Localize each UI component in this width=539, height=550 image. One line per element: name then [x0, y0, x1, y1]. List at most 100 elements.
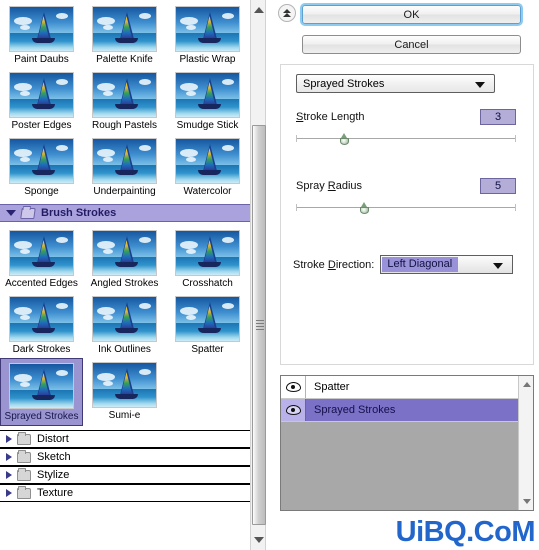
effect-list-item[interactable]: Spatter — [281, 376, 533, 399]
effect-visibility-toggle[interactable] — [281, 399, 306, 421]
filter-thumbnail-watercolor[interactable]: Watercolor — [166, 134, 249, 200]
category-header-sketch[interactable]: Sketch — [0, 448, 250, 466]
slider-thumb[interactable] — [359, 202, 370, 214]
filter-thumbnail-row: Dark Strokes Ink Outlines Spatter — [0, 292, 250, 358]
stroke-direction-mnemonic: D — [327, 258, 336, 271]
spray-radius-value: 5 — [494, 180, 502, 192]
triangle-right-icon — [6, 471, 12, 479]
double-chevron-up-icon — [282, 8, 292, 18]
effect-name: Sprayed Strokes — [314, 404, 396, 416]
filter-thumbnail-image — [9, 72, 74, 118]
stroke-direction-dropdown[interactable]: Left Diagonal — [380, 255, 514, 274]
filter-thumbnail-rough-pastels[interactable]: Rough Pastels — [83, 68, 166, 134]
filter-thumbnail-crosshatch[interactable]: Crosshatch — [166, 226, 249, 292]
cancel-button-label: Cancel — [394, 38, 429, 51]
filter-thumbnail-image — [9, 230, 74, 276]
filter-thumbnail-poster-edges[interactable]: Poster Edges — [0, 68, 83, 134]
filter-browser-scrollbar[interactable] — [250, 0, 266, 550]
artistic-filter-grid: Paint Daubs Palette Knife Plastic Wrap Post… — [0, 0, 250, 204]
scroll-up-arrow-icon[interactable] — [251, 2, 267, 18]
effects-list-scrollbar[interactable] — [518, 376, 533, 510]
filter-thumbnail-image — [92, 230, 157, 276]
filter-thumbnail-label: Palette Knife — [96, 54, 153, 65]
filter-thumbnail-label: Accented Edges — [5, 278, 78, 289]
effects-layer-list: Spatter Sprayed Strokes — [280, 375, 534, 511]
filter-thumbnail-smudge-stick[interactable]: Smudge Stick — [166, 68, 249, 134]
ok-button-label: OK — [403, 8, 420, 21]
filter-thumbnail-image — [9, 6, 74, 52]
scroll-up-arrow-icon[interactable] — [519, 377, 533, 392]
filter-name-value: Sprayed Strokes — [303, 77, 385, 90]
stroke-length-slider[interactable] — [296, 133, 516, 145]
filter-thumbnail-underpainting[interactable]: Underpainting — [83, 134, 166, 200]
category-label: Stylize — [37, 469, 70, 481]
category-header-brush-strokes[interactable]: Brush Strokes — [0, 204, 250, 222]
folder-open-icon — [20, 207, 36, 219]
triangle-down-icon — [6, 210, 16, 216]
filter-thumbnail-label: Watercolor — [183, 186, 232, 197]
filter-thumbnail-row: Sponge Underpainting Watercolor — [0, 134, 250, 200]
filter-thumbnail-label: Angled Strokes — [90, 278, 159, 289]
triangle-right-icon — [6, 435, 12, 443]
effect-list-item[interactable]: Sprayed Strokes — [281, 399, 533, 422]
filter-thumbnail-label: Dark Strokes — [12, 344, 71, 355]
stroke-direction-value: Left Diagonal — [382, 257, 459, 272]
filter-thumbnail-label: Rough Pastels — [91, 120, 158, 131]
filter-thumbnail-label: Sponge — [24, 186, 59, 197]
filter-name-dropdown[interactable]: Sprayed Strokes — [296, 74, 495, 93]
filter-thumbnail-palette-knife[interactable]: Palette Knife — [83, 2, 166, 68]
filter-thumbnail-row: Accented Edges Angled Strokes Crosshatch — [0, 226, 250, 292]
filter-thumbnail-sponge[interactable]: Sponge — [0, 134, 83, 200]
spray-radius-mnemonic: R — [327, 180, 336, 192]
filter-thumbnail-sumi-e[interactable]: Sumi-e — [83, 358, 166, 426]
category-header-distort[interactable]: Distort — [0, 430, 250, 448]
slider-track — [296, 135, 516, 142]
stroke-direction-label: Stroke Direction: — [293, 258, 375, 271]
category-header-stylize[interactable]: Stylize — [0, 466, 250, 484]
collapse-panel-button[interactable] — [278, 4, 296, 22]
filter-thumbnail-row: Sprayed Strokes Sumi-e — [0, 358, 250, 426]
cancel-button[interactable]: Cancel — [302, 35, 521, 54]
collapsed-category-list: Distort Sketch Stylize Texture — [0, 430, 250, 502]
filter-thumbnail-image — [92, 72, 157, 118]
filter-thumbnail-image — [175, 296, 240, 342]
effect-visibility-toggle[interactable] — [281, 376, 306, 398]
filter-thumbnail-label: Poster Edges — [11, 120, 72, 131]
filter-thumbnail-label: Smudge Stick — [176, 120, 239, 131]
filter-thumbnail-image — [9, 296, 74, 342]
filter-thumbnail-ink-outlines[interactable]: Ink Outlines — [83, 292, 166, 358]
filter-thumbnail-row: Paint Daubs Palette Knife Plastic Wrap — [0, 2, 250, 68]
category-label: Sketch — [37, 451, 71, 463]
filter-thumbnail-row: Poster Edges Rough Pastels Smudge Stick — [0, 68, 250, 134]
filter-thumbnail-image — [92, 138, 157, 184]
stroke-length-value: 3 — [494, 111, 502, 123]
folder-closed-icon — [17, 431, 31, 445]
spray-radius-value-field[interactable]: 5 — [480, 178, 516, 194]
watermark-text: UiBQ.CoM — [395, 516, 536, 548]
chevron-down-icon — [493, 262, 504, 269]
filter-thumbnail-plastic-wrap[interactable]: Plastic Wrap — [166, 2, 249, 68]
filter-thumbnail-paint-daubs[interactable]: Paint Daubs — [0, 2, 83, 68]
filter-thumbnail-spatter[interactable]: Spatter — [166, 292, 249, 358]
filter-thumbnail-accented-edges[interactable]: Accented Edges — [0, 226, 83, 292]
stroke-length-value-field[interactable]: 3 — [480, 109, 516, 125]
scroll-down-arrow-icon[interactable] — [519, 494, 533, 509]
scrollbar-thumb[interactable] — [252, 125, 266, 525]
scroll-down-arrow-icon[interactable] — [251, 532, 267, 548]
slider-thumb[interactable] — [339, 133, 350, 145]
stroke-direction-control: Stroke Direction: Left Diagonal — [293, 255, 514, 274]
spray-radius-slider[interactable] — [296, 202, 516, 214]
filter-thumbnail-angled-strokes[interactable]: Angled Strokes — [83, 226, 166, 292]
filter-thumbnail-sprayed-strokes[interactable]: Sprayed Strokes — [0, 358, 83, 426]
category-label: Brush Strokes — [41, 207, 117, 219]
eye-visible-icon — [285, 382, 301, 392]
filter-thumbnail-label: Plastic Wrap — [179, 54, 236, 65]
filter-settings-panel: Sprayed Strokes Stroke Length 3 Spray Ra… — [280, 64, 534, 365]
eye-visible-icon — [285, 405, 301, 415]
category-header-texture[interactable]: Texture — [0, 484, 250, 502]
folder-closed-icon — [17, 485, 31, 499]
triangle-right-icon — [6, 489, 12, 497]
filter-thumbnail-dark-strokes[interactable]: Dark Strokes — [0, 292, 83, 358]
ok-button[interactable]: OK — [302, 5, 521, 24]
scrollbar-grip-icon — [256, 320, 264, 330]
